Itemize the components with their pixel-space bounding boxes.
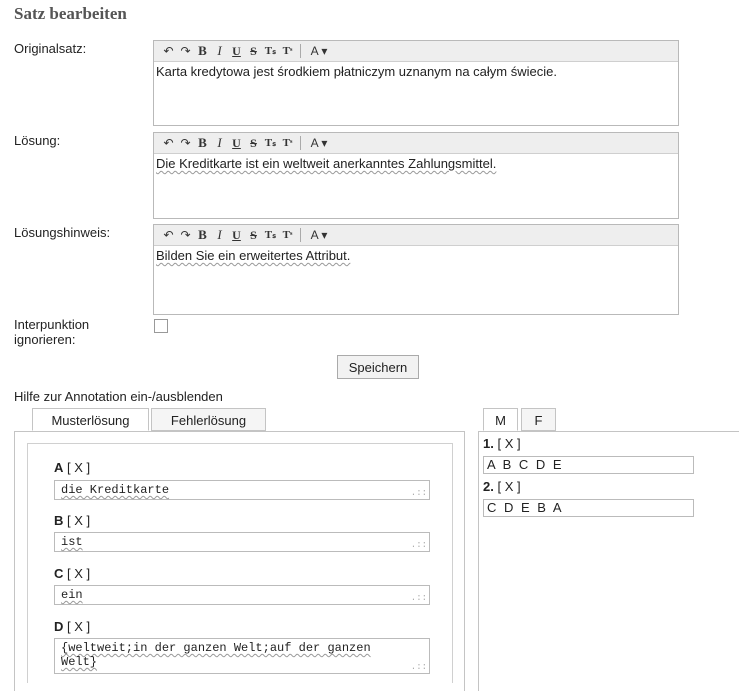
hint-label: Lösungshinweis: [14,225,111,240]
annotation-letter: A [54,460,64,475]
resize-grip-icon[interactable]: .:: [411,489,427,498]
remove-link[interactable]: [ X ] [67,619,90,634]
bold-button[interactable]: B [194,225,211,245]
annotation-label-b: B [ X ] [54,513,90,528]
italic-button[interactable]: I [211,41,228,61]
resize-grip-icon[interactable]: .:: [411,663,427,672]
undo-icon[interactable]: ↶ [160,225,177,245]
tab-m[interactable]: M [483,408,518,431]
solution-editor[interactable]: ↶ ↷ B I U S Tₛ Tˢ A ▾ Die Kreditkarte is… [153,132,679,219]
editor-toolbar: ↶ ↷ B I U S Tₛ Tˢ A ▾ [154,133,678,154]
editor-toolbar: ↶ ↷ B I U S Tₛ Tˢ A ▾ [154,41,678,62]
annotation-input-b[interactable]: ist .:: [54,532,430,552]
undo-icon[interactable]: ↶ [160,133,177,153]
solution-label: Lösung: [14,133,61,148]
redo-icon[interactable]: ↷ [177,133,194,153]
tab-f[interactable]: F [521,408,556,431]
punctuation-checkbox[interactable] [154,319,168,333]
subscript-button[interactable]: Tₛ [262,41,279,61]
tab-musterloesung[interactable]: Musterlösung [32,408,149,431]
hint-editor[interactable]: ↶ ↷ B I U S Tₛ Tˢ A ▾ Bilden Sie ein erw… [153,224,679,315]
underline-button[interactable]: U [228,41,245,61]
annotation-letter: D [54,619,64,634]
annotation-label-c: C [ X ] [54,566,90,581]
remove-link[interactable]: [ X ] [497,479,520,494]
page-title: Satz bearbeiten [14,4,127,23]
solution-text[interactable]: Die Kreditkarte ist ein weltweit anerkan… [154,154,678,174]
redo-icon[interactable]: ↷ [177,41,194,61]
annotation-value: ein [61,588,83,602]
redo-icon[interactable]: ↷ [177,225,194,245]
remove-link[interactable]: [ X ] [497,436,520,451]
tab-fehlerloesung[interactable]: Fehlerlösung [151,408,266,431]
strikethrough-button[interactable]: S [245,41,262,61]
solution-label-1: 1. [ X ] [483,436,521,451]
annotation-toggle-link[interactable]: Hilfe zur Annotation ein-/ausblenden [14,389,223,404]
resize-grip-icon[interactable]: .:: [411,541,427,550]
remove-link[interactable]: [ X ] [67,460,90,475]
text-color-button[interactable]: A ▾ [305,41,333,61]
remove-link[interactable]: [ X ] [67,566,90,581]
editor-toolbar: ↶ ↷ B I U S Tₛ Tˢ A ▾ [154,225,678,246]
superscript-button[interactable]: Tˢ [279,225,296,245]
italic-button[interactable]: I [211,133,228,153]
annotation-value: {weltweit;in der ganzen Welt;auf der gan… [61,641,371,669]
underline-button[interactable]: U [228,225,245,245]
solution-input-1[interactable]: A B C D E [483,456,694,474]
annotation-letter: C [54,566,64,581]
text-color-button[interactable]: A ▾ [305,225,333,245]
original-label: Originalsatz: [14,41,87,56]
subscript-button[interactable]: Tₛ [262,133,279,153]
bold-button[interactable]: B [194,41,211,61]
annotation-letter: B [54,513,64,528]
superscript-button[interactable]: Tˢ [279,41,296,61]
annotation-input-c[interactable]: ein .:: [54,585,430,605]
hint-text[interactable]: Bilden Sie ein erweitertes Attribut. [154,246,678,266]
remove-link[interactable]: [ X ] [67,513,90,528]
toolbar-divider [300,44,301,58]
bold-button[interactable]: B [194,133,211,153]
annotation-input-a[interactable]: die Kreditkarte .:: [54,480,430,500]
superscript-button[interactable]: Tˢ [279,133,296,153]
annotation-label-a: A [ X ] [54,460,90,475]
punctuation-label: Interpunktion ignorieren: [14,317,90,347]
italic-button[interactable]: I [211,225,228,245]
underline-button[interactable]: U [228,133,245,153]
original-editor[interactable]: ↶ ↷ B I U S Tₛ Tˢ A ▾ Karta kredytowa je… [153,40,679,126]
solution-input-2[interactable]: C D E B A [483,499,694,517]
annotation-value: ist [61,535,83,549]
save-button[interactable]: Speichern [337,355,419,379]
solution-index: 2. [483,479,494,494]
annotation-label-d: D [ X ] [54,619,90,634]
text-color-button[interactable]: A ▾ [305,133,333,153]
subscript-button[interactable]: Tₛ [262,225,279,245]
toolbar-divider [300,136,301,150]
annotation-input-d[interactable]: {weltweit;in der ganzen Welt;auf der gan… [54,638,430,674]
annotation-value: die Kreditkarte [61,483,170,497]
undo-icon[interactable]: ↶ [160,41,177,61]
strikethrough-button[interactable]: S [245,133,262,153]
strikethrough-button[interactable]: S [245,225,262,245]
solution-label-2: 2. [ X ] [483,479,521,494]
toolbar-divider [300,228,301,242]
resize-grip-icon[interactable]: .:: [411,594,427,603]
solution-index: 1. [483,436,494,451]
original-text[interactable]: Karta kredytowa jest środkiem płatniczym… [154,62,678,82]
